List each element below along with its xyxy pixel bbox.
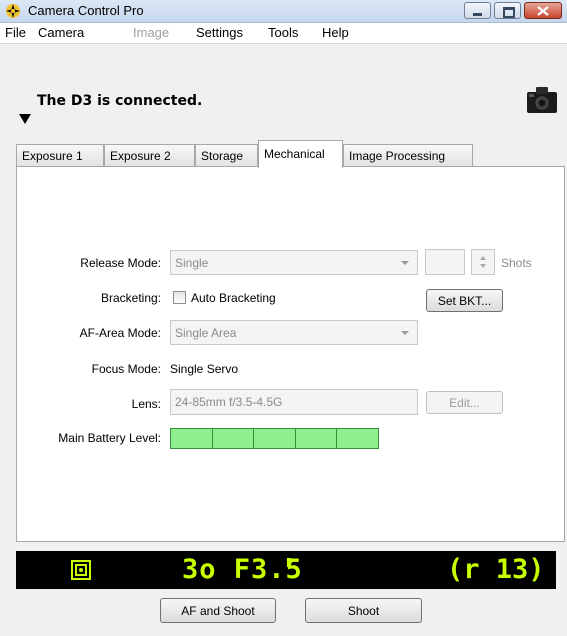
auto-bracketing-checkbox[interactable] — [173, 291, 186, 304]
app-window: Camera Control Pro File Camera Image Set… — [0, 0, 567, 636]
release-mode-label: Release Mode: — [80, 256, 161, 270]
menu-help[interactable]: Help — [322, 25, 349, 40]
tab-image-processing[interactable]: Image Processing — [343, 144, 473, 166]
shoot-button[interactable]: Shoot — [305, 598, 422, 623]
menu-camera[interactable]: Camera — [38, 25, 84, 40]
tab-storage[interactable]: Storage — [195, 144, 258, 166]
camera-lcd-display: 3o F3.5 P (r 13) — [16, 551, 556, 589]
shots-stepper[interactable] — [471, 249, 495, 275]
window-title: Camera Control Pro — [28, 3, 144, 18]
matrix-metering-icon — [71, 560, 91, 580]
tab-exposure-1[interactable]: Exposure 1 — [16, 144, 104, 166]
tab-mechanical[interactable]: Mechanical — [258, 140, 343, 168]
shots-label: Shots — [501, 256, 532, 270]
app-logo-icon — [6, 4, 20, 18]
edit-lens-button[interactable]: Edit... — [426, 391, 503, 414]
menu-settings[interactable]: Settings — [196, 25, 243, 40]
menu-tools[interactable]: Tools — [268, 25, 298, 40]
focus-mode-label: Focus Mode: — [91, 362, 161, 376]
af-area-mode-select[interactable]: Single Area — [170, 320, 418, 345]
af-area-mode-value: Single Area — [175, 326, 237, 340]
minimize-button[interactable] — [464, 2, 491, 19]
menu-file[interactable]: File — [5, 25, 26, 40]
close-button[interactable] — [524, 2, 562, 19]
lcd-exposure-readout: 3o F3.5 — [182, 554, 303, 585]
menu-bar: File Camera Image Settings Tools Help — [0, 23, 567, 44]
minimize-icon — [473, 13, 482, 16]
bracketing-label: Bracketing: — [100, 291, 161, 305]
lcd-buffer-readout: (r 13) — [447, 554, 545, 585]
af-and-shoot-button[interactable]: AF and Shoot — [160, 598, 276, 623]
stepper-arrows-icon — [480, 256, 486, 268]
set-bkt-button[interactable]: Set BKT... — [426, 289, 503, 312]
battery-segment — [337, 429, 378, 448]
battery-segment — [171, 429, 213, 448]
release-mode-select[interactable]: Single — [170, 250, 418, 275]
lens-label: Lens: — [131, 397, 161, 411]
connection-status: The D3 is connected. — [37, 93, 203, 109]
battery-level-meter — [170, 428, 379, 449]
shots-input[interactable] — [425, 249, 465, 275]
battery-segment — [295, 429, 338, 448]
focus-mode-value: Single Servo — [170, 362, 239, 376]
chevron-down-icon — [401, 261, 409, 265]
tab-exposure-2[interactable]: Exposure 2 — [104, 144, 195, 166]
lens-field: 24-85mm f/3.5-4.5G — [170, 389, 418, 415]
maximize-icon — [503, 7, 515, 18]
mechanical-panel — [16, 166, 565, 542]
release-mode-value: Single — [175, 256, 209, 270]
camera-icon — [527, 87, 557, 113]
maximize-button[interactable] — [494, 2, 521, 19]
expand-arrow-icon[interactable] — [19, 114, 31, 124]
auto-bracketing-label[interactable]: Auto Bracketing — [191, 291, 276, 305]
battery-segment — [212, 429, 255, 448]
menu-image[interactable]: Image — [133, 25, 169, 40]
close-icon — [537, 6, 549, 16]
lcd-exposure-mode: P — [286, 556, 294, 570]
af-area-mode-label: AF-Area Mode: — [79, 326, 161, 340]
battery-segment — [254, 429, 296, 448]
chevron-down-icon — [401, 331, 409, 335]
title-bar[interactable]: Camera Control Pro — [0, 0, 567, 23]
battery-level-label: Main Battery Level: — [58, 431, 161, 445]
